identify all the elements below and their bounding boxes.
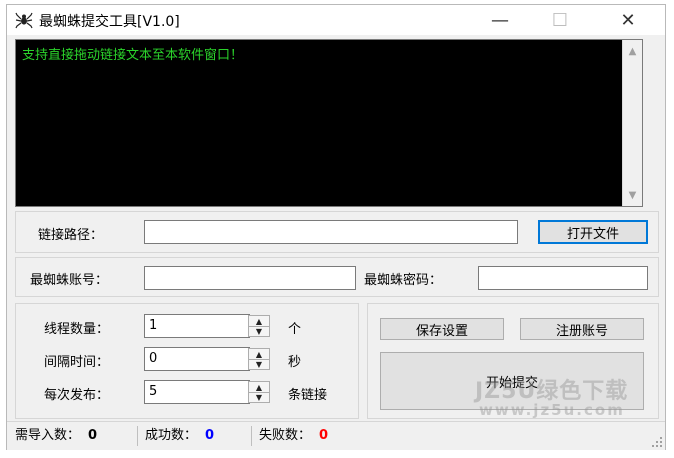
link-path-input[interactable] (144, 220, 518, 244)
status-bar: 需导入数： 0 成功数： 0 失败数： 0 (7, 421, 665, 450)
link-path-group: 链接路径： 打开文件 (15, 211, 659, 253)
batch-down-arrow-icon[interactable]: ▼ (249, 392, 269, 402)
scroll-up-arrow-icon[interactable]: ▲ (623, 42, 642, 60)
start-submit-button[interactable]: 开始提交 (380, 352, 644, 410)
interval-unit: 秒 (288, 355, 302, 370)
import-count-label: 需导入数： (15, 428, 81, 443)
save-settings-button[interactable]: 保存设置 (380, 318, 504, 340)
success-count-value: 0 (205, 428, 215, 443)
spider-icon (15, 12, 33, 29)
fail-count-label: 失败数： (259, 428, 312, 443)
status-divider (137, 426, 138, 446)
minimize-button[interactable]: — (477, 5, 523, 35)
link-path-label: 链接路径： (38, 228, 104, 243)
scroll-down-arrow-icon[interactable]: ▼ (623, 186, 642, 204)
log-console[interactable]: 支持直接拖动链接文本至本软件窗口！ ▲ ▼ (15, 39, 643, 207)
threads-down-arrow-icon[interactable]: ▼ (249, 326, 269, 336)
console-scrollbar[interactable]: ▲ ▼ (622, 40, 642, 206)
maximize-button[interactable]: ☐ (537, 5, 583, 35)
batch-unit: 条链接 (288, 388, 328, 403)
interval-value[interactable]: 0 (144, 347, 250, 371)
password-input[interactable] (478, 266, 648, 290)
account-group: 最蜘蛛账号： 最蜘蛛密码： (15, 257, 659, 297)
import-count-value: 0 (88, 428, 98, 443)
resize-grip-icon[interactable] (649, 434, 663, 448)
interval-down-arrow-icon[interactable]: ▼ (249, 359, 269, 369)
settings-group: 线程数量： 1 ▲ ▼ 个 间隔时间： 0 ▲ ▼ 秒 每次发布： 5 ▲ ▼ (15, 303, 359, 419)
success-count-label: 成功数： (145, 428, 198, 443)
batch-label: 每次发布： (44, 388, 110, 403)
actions-group: 保存设置 注册账号 开始提交 (367, 303, 659, 419)
register-button[interactable]: 注册账号 (520, 318, 644, 340)
threads-unit: 个 (288, 322, 302, 337)
window-title: 最蜘蛛提交工具[V1.0] (39, 14, 180, 30)
account-label: 最蜘蛛账号： (30, 273, 109, 288)
threads-value[interactable]: 1 (144, 314, 250, 338)
title-bar[interactable]: 最蜘蛛提交工具[V1.0] — ☐ ✕ (7, 5, 665, 35)
open-file-button[interactable]: 打开文件 (538, 220, 648, 244)
console-message: 支持直接拖动链接文本至本软件窗口！ (22, 48, 244, 63)
main-window: 最蜘蛛提交工具[V1.0] — ☐ ✕ 支持直接拖动链接文本至本软件窗口！ ▲ … (6, 4, 666, 450)
close-button[interactable]: ✕ (605, 5, 651, 35)
status-divider (251, 426, 252, 446)
account-input[interactable] (144, 266, 356, 290)
fail-count-value: 0 (319, 428, 329, 443)
threads-label: 线程数量： (44, 322, 110, 337)
batch-value[interactable]: 5 (144, 380, 250, 404)
interval-label: 间隔时间： (44, 355, 110, 370)
password-label: 最蜘蛛密码： (364, 273, 443, 288)
